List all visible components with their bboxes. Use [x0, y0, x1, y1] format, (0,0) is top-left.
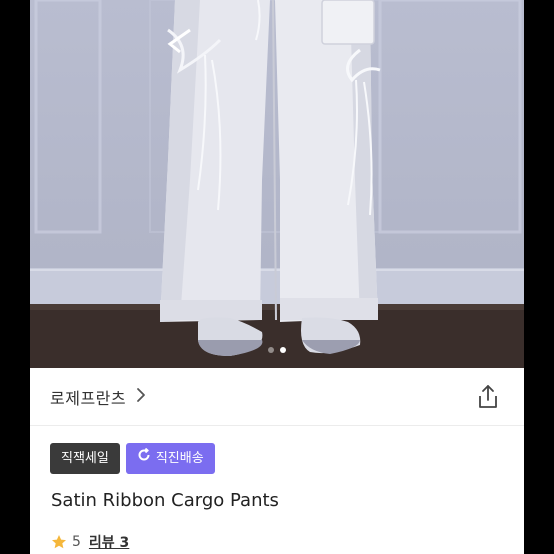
chevron-right-icon: [136, 387, 146, 407]
product-photo-illustration: [30, 0, 524, 368]
badge-row: 직잭세일 직진배송: [50, 443, 215, 474]
brand-name: 로제프란츠: [50, 389, 127, 408]
sale-badge: 직잭세일: [50, 443, 120, 474]
star-icon: [52, 535, 66, 549]
gallery-dot[interactable]: [268, 347, 274, 353]
product-image[interactable]: [30, 0, 524, 368]
product-detail-screen: 로제프란츠 직잭세일 직진배송 Satin Ribbon Cargo Pants…: [30, 0, 524, 554]
reviews-link[interactable]: 리뷰 3: [89, 532, 129, 552]
sale-badge-label: 직잭세일: [61, 451, 109, 466]
gallery-pagination: [30, 347, 524, 355]
gallery-dot-active[interactable]: [280, 347, 286, 353]
direct-shipping-label: 직진배송: [155, 451, 204, 466]
loop-arrow-icon: [137, 443, 151, 474]
share-icon[interactable]: [476, 384, 500, 410]
direct-shipping-badge: 직진배송: [125, 443, 215, 474]
product-title: Satin Ribbon Cargo Pants: [51, 490, 279, 511]
rating-score: 5: [72, 534, 81, 550]
brand-link[interactable]: 로제프란츠: [50, 385, 146, 409]
brand-row: 로제프란츠: [30, 368, 524, 426]
rating-row: 5 리뷰 3: [51, 532, 129, 552]
